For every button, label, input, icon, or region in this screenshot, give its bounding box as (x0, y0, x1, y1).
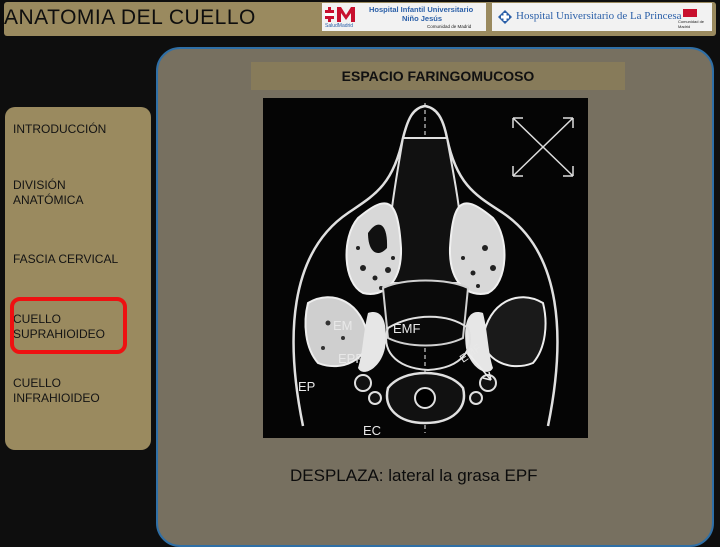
hospital-name-line1: Hospital Infantil Universitario (369, 5, 474, 14)
jugular-left (368, 391, 382, 405)
label-emf: EMF (393, 321, 421, 336)
sidebar-item-division-anatomica[interactable]: DIVISIÓN ANATÓMICA (13, 178, 83, 208)
label-epf: EPF (338, 351, 363, 366)
hospital-name-line2: Niño Jesús (402, 14, 443, 23)
spinal-canal (414, 387, 436, 409)
page-title: ANATOMIA DEL CUELLO (4, 6, 256, 29)
hospital-cross-icon (498, 10, 512, 24)
label-ec: EC (363, 423, 381, 438)
section-title-bar: ESPACIO FARINGOMUCOSO (251, 62, 625, 90)
madrid-flag-icon (683, 9, 697, 17)
carotid-left (354, 374, 372, 392)
madrid-flag-text: Comunidad de Madrid (678, 19, 705, 29)
sidebar-item-cuello-infrahioideo[interactable]: CUELLO INFRAHIOIDEO (13, 376, 100, 406)
section-title: ESPACIO FARINGOMUCOSO (341, 68, 535, 84)
hospital-nino-jesus-logo: SaludMadrid Hospital Infantil Universita… (322, 3, 486, 31)
anatomy-diagram: EM EMF EPF EMF EP EC (263, 98, 588, 438)
label-ep: EP (298, 379, 315, 394)
comunidad-text: Comunidad de Madrid (427, 24, 472, 29)
sidebar-item-fascia-cervical[interactable]: FASCIA CERVICAL (13, 252, 118, 267)
la-princesa-name: Hospital Universitario de La Princesa (516, 10, 682, 22)
saludmadrid-text: SaludMadrid (325, 23, 354, 29)
jugular-right (469, 391, 483, 405)
selected-item-highlight (10, 297, 127, 354)
hospital-la-princesa-logo: Hospital Universitario de La Princesa Co… (492, 3, 712, 31)
label-em: EM (333, 318, 353, 333)
saludmadrid-m-icon (325, 7, 355, 22)
sidebar-item-introduccion[interactable]: INTRODUCCIÓN (13, 122, 106, 137)
slide-caption: DESPLAZA: lateral la grasa EPF (290, 466, 538, 485)
